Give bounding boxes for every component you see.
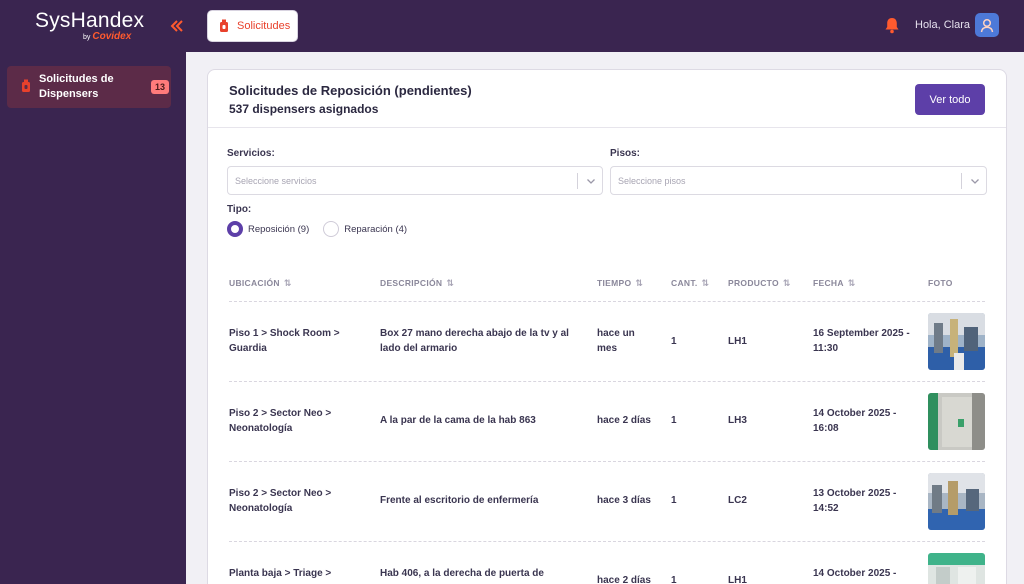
cell-ubicacion: Planta baja > Triage > — [229, 568, 332, 579]
cell-fecha: 13 October 2025 - 14:52 — [813, 488, 897, 514]
column-header-cantidad[interactable]: CANT. ⇅ — [671, 278, 709, 289]
column-header-tiempo[interactable]: TIEMPO ⇅ — [597, 278, 643, 289]
select-divider — [961, 173, 962, 189]
column-header-descripcion[interactable]: DESCRIPCIÓN ⇅ — [380, 278, 454, 289]
requests-card: Solicitudes de Reposición (pendientes) 5… — [207, 69, 1007, 584]
card-header: Solicitudes de Reposición (pendientes) 5… — [208, 70, 1006, 128]
cell-producto: LH3 — [728, 415, 747, 426]
radio-reparacion[interactable]: Reparación (4) — [323, 221, 407, 237]
app-logo[interactable]: SysHandex by Covidex — [35, 9, 145, 43]
photo-thumbnail[interactable] — [928, 313, 985, 370]
cell-tiempo: hace 2 días — [597, 575, 651, 584]
top-bar: SysHandex by Covidex Solicitudes Hola, C… — [0, 0, 1024, 52]
cell-cantidad: 1 — [671, 336, 677, 347]
cell-producto: LH1 — [728, 575, 747, 584]
cell-fecha: 14 October 2025 - 16:08 — [813, 408, 897, 434]
column-label: PRODUCTO — [728, 278, 779, 288]
chevron-down-icon — [971, 179, 979, 184]
pisos-placeholder: Seleccione pisos — [618, 176, 686, 186]
row-divider — [229, 541, 985, 542]
servicios-placeholder: Seleccione servicios — [235, 176, 317, 186]
chevron-down-icon — [587, 179, 595, 184]
servicios-label: Servicios: — [227, 148, 275, 159]
sidebar: Solicitudes de Dispensers 13 — [0, 52, 186, 584]
card-title: Solicitudes de Reposición (pendientes) — [229, 83, 472, 98]
cell-fecha: 16 September 2025 - 11:30 — [813, 328, 910, 354]
photo-thumbnail[interactable] — [928, 393, 985, 450]
logo-by-text: by — [83, 34, 91, 41]
column-label: FECHA — [813, 278, 844, 288]
dispenser-icon — [22, 79, 30, 92]
count-badge: 13 — [151, 80, 169, 94]
cell-ubicacion: Piso 1 > Shock Room > Guardia — [229, 328, 340, 354]
column-label: DESCRIPCIÓN — [380, 278, 443, 288]
column-header-ubicacion[interactable]: UBICACIÓN ⇅ — [229, 278, 292, 289]
row-divider — [229, 381, 985, 382]
user-avatar[interactable] — [975, 13, 999, 37]
tipo-radio-group: Reposición (9) Reparación (4) — [227, 220, 421, 238]
tab-solicitudes[interactable]: Solicitudes — [207, 10, 298, 42]
row-divider — [229, 301, 985, 302]
radio-dot — [323, 221, 340, 237]
cell-fecha: 14 October 2025 - — [813, 568, 897, 579]
logo-sub-text: by Covidex — [83, 31, 131, 42]
card-subtitle: 537 dispensers asignados — [229, 102, 379, 116]
cell-descripcion: Box 27 mano derecha abajo de la tv y al … — [380, 328, 569, 354]
column-label: CANT. — [671, 278, 698, 288]
cell-cantidad: 1 — [671, 415, 677, 426]
dispenser-icon — [220, 19, 228, 32]
radio-dot-selected — [227, 221, 243, 237]
pisos-select[interactable]: Seleccione pisos — [610, 166, 987, 195]
logo-brand-text: Covidex — [92, 31, 132, 42]
column-header-foto: FOTO — [928, 278, 953, 288]
cell-descripcion: A la par de la cama de la hab 863 — [380, 415, 536, 426]
servicios-select[interactable]: Seleccione servicios — [227, 166, 603, 195]
cell-descripcion: Hab 406, a la derecha de puerta de — [380, 568, 544, 579]
tipo-label: Tipo: — [227, 204, 252, 215]
row-divider — [229, 461, 985, 462]
photo-thumbnail[interactable] — [928, 473, 985, 530]
cell-producto: LH1 — [728, 336, 747, 347]
column-header-producto[interactable]: PRODUCTO ⇅ — [728, 278, 791, 289]
cell-tiempo: hace un mes — [597, 328, 635, 354]
collapse-sidebar-icon[interactable] — [168, 17, 186, 35]
pisos-label: Pisos: — [610, 148, 641, 159]
logo-main-text: SysHandex — [35, 9, 145, 32]
cell-cantidad: 1 — [671, 575, 677, 584]
column-header-fecha[interactable]: FECHA ⇅ — [813, 278, 856, 289]
view-all-button[interactable]: Ver todo — [915, 84, 985, 115]
cell-cantidad: 1 — [671, 495, 677, 506]
radio-reposicion[interactable]: Reposición (9) — [227, 221, 309, 237]
sort-icon[interactable]: ⇅ — [635, 278, 643, 288]
radio-label: Reposición (9) — [248, 223, 310, 235]
cell-tiempo: hace 2 días — [597, 415, 651, 426]
radio-label: Reparación (4) — [344, 223, 408, 235]
cell-tiempo: hace 3 días — [597, 495, 651, 506]
column-label: UBICACIÓN — [229, 278, 280, 288]
cell-descripcion: Frente al escritorio de enfermería — [380, 495, 539, 506]
sort-icon[interactable]: ⇅ — [783, 278, 791, 288]
sidebar-item-label: Solicitudes de Dispensers — [39, 73, 114, 100]
column-label: TIEMPO — [597, 278, 632, 288]
cell-ubicacion: Piso 2 > Sector Neo > Neonatología — [229, 408, 332, 434]
cell-producto: LC2 — [728, 495, 747, 506]
photo-thumbnail[interactable] — [928, 553, 985, 584]
sort-icon[interactable]: ⇅ — [284, 278, 292, 288]
cell-ubicacion: Piso 2 > Sector Neo > Neonatología — [229, 488, 332, 514]
user-greeting: Hola, Clara — [915, 19, 971, 31]
column-label: FOTO — [928, 278, 953, 288]
tab-label: Solicitudes — [237, 20, 291, 32]
sidebar-item-solicitudes-dispensers[interactable]: Solicitudes de Dispensers 13 — [7, 66, 171, 108]
user-icon — [980, 18, 994, 33]
sort-icon[interactable]: ⇅ — [702, 278, 710, 288]
sort-icon[interactable]: ⇅ — [446, 278, 454, 288]
sort-icon[interactable]: ⇅ — [848, 278, 856, 288]
select-divider — [577, 173, 578, 189]
notification-bell-icon[interactable] — [884, 17, 900, 34]
